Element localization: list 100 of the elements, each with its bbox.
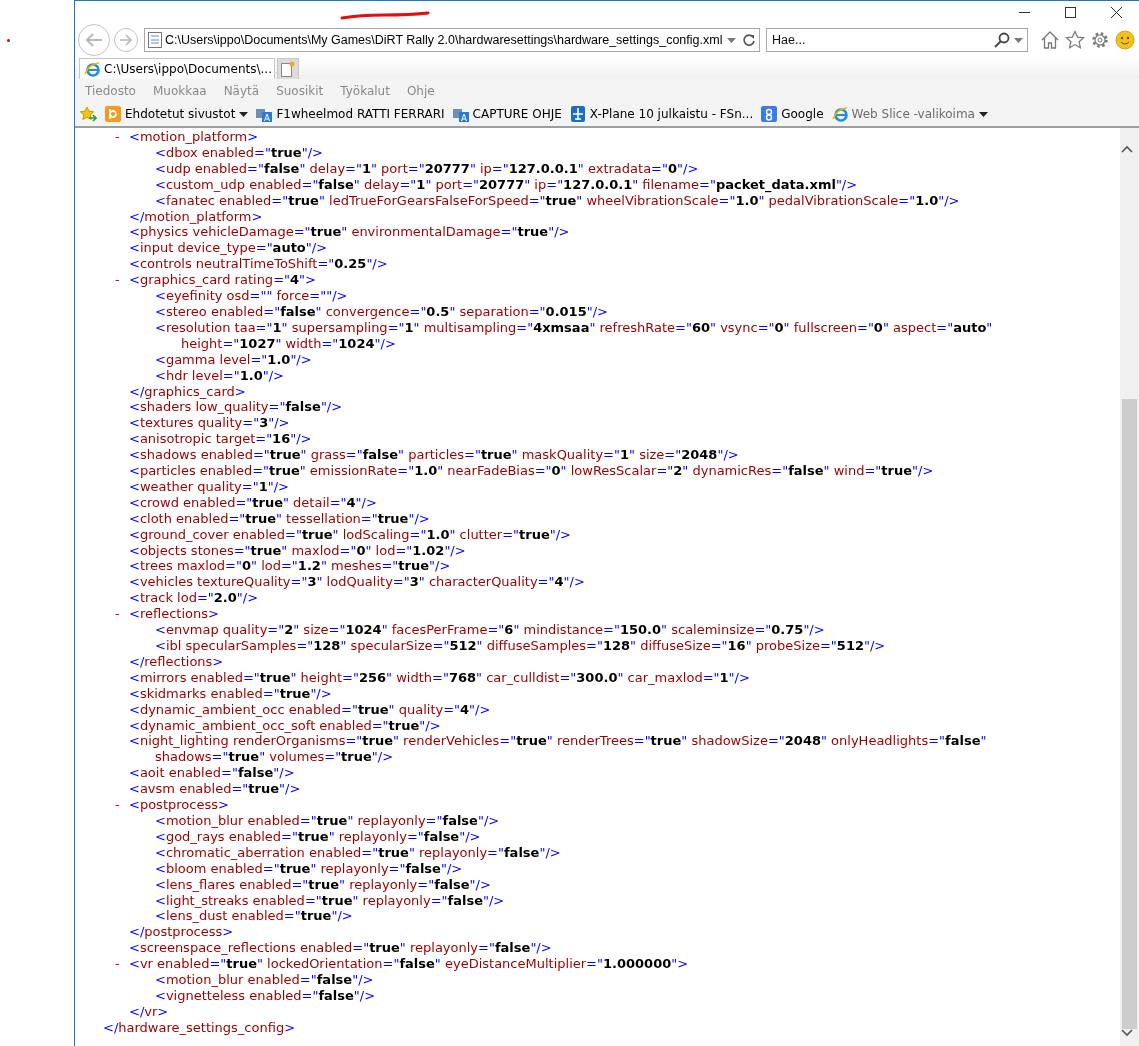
xml-line: <dbox enabled="true"/> bbox=[155, 144, 323, 161]
xml-line: </reflections> bbox=[129, 653, 224, 670]
favorites-star-icon[interactable] bbox=[1065, 30, 1085, 50]
vertical-scrollbar[interactable] bbox=[1120, 128, 1139, 1046]
xml-line: </motion_platform> bbox=[129, 208, 263, 225]
xml-page-icon bbox=[148, 32, 162, 48]
dropdown-caret-icon bbox=[978, 111, 988, 117]
refresh-icon[interactable] bbox=[742, 33, 756, 47]
maximize-icon bbox=[1064, 6, 1076, 18]
collapse-toggle[interactable]: - bbox=[115, 606, 120, 622]
xml-line: <graphics_card rating="4"> bbox=[129, 272, 316, 289]
browser-tab[interactable]: C:\Users\ippo\Documents\... bbox=[79, 58, 275, 79]
scroll-thumb[interactable] bbox=[1122, 399, 1137, 1029]
xml-line: <gamma level="1.0"/> bbox=[155, 351, 312, 368]
xml-line: <postprocess> bbox=[129, 797, 229, 813]
collapse-toggle[interactable]: - bbox=[115, 129, 120, 144]
xml-line: <night_lighting renderOrganisms="true" renderVehicles="true" renderTrees="true" shadowSize="2048" onlyHeadlights="false" bbox=[129, 733, 987, 750]
menu-item[interactable]: Työkalut bbox=[338, 83, 397, 98]
xml-line: <crowd enabled="true" detail="4"/> bbox=[129, 494, 377, 511]
xml-line: <motion_blur enabled="false"/> bbox=[155, 972, 374, 988]
xml-line: <textures quality="3"/> bbox=[129, 415, 290, 432]
xml-line: </graphics_card> bbox=[129, 383, 246, 400]
xml-line: <avsm enabled="true"/> bbox=[129, 781, 301, 798]
b-logo-icon bbox=[105, 106, 121, 122]
browser-e-icon bbox=[84, 61, 100, 77]
xml-line: <vignetteless enabled="false"/> bbox=[155, 987, 376, 1004]
xml-line: <dynamic_ambient_occ enabled="true" quality="4"/> bbox=[129, 701, 491, 718]
xml-line: <lens_flares enabled="true" replayonly="false"/> bbox=[155, 876, 491, 893]
xml-line: <vr enabled="true" lockedOrientation="false" eyeDistanceMultiplier="1.000000"> bbox=[129, 956, 689, 973]
menu-item[interactable]: Tiedosto bbox=[83, 83, 143, 98]
menu-item[interactable]: Suosikit bbox=[274, 83, 331, 98]
settings-icon[interactable] bbox=[1090, 30, 1110, 50]
xml-line: <shaders low_quality="false"/> bbox=[129, 399, 343, 416]
dropdown-caret-icon[interactable] bbox=[727, 37, 736, 43]
favorites-link[interactable]: X-Plane 10 julkaistu - FSn... bbox=[569, 106, 754, 122]
xml-line: <controls neutralTimeToShift="0.25"/> bbox=[129, 256, 388, 273]
left-arrow-icon bbox=[85, 33, 103, 47]
collapse-toggle[interactable]: - bbox=[115, 272, 120, 288]
new-page-icon bbox=[281, 61, 295, 77]
tab-title: C:\Users\ippo\Documents\... bbox=[104, 62, 272, 76]
xml-line: <udp enabled="false" delay="1" port="20777" ip="127.0.0.1" extradata="0"/> bbox=[155, 160, 699, 177]
xml-line: <god_rays enabled="true" replayonly="false"/> bbox=[155, 828, 481, 845]
smiley-icon[interactable] bbox=[1115, 30, 1135, 50]
collapse-toggle[interactable]: - bbox=[115, 797, 120, 813]
dropdown-caret-icon bbox=[239, 111, 249, 117]
xml-line: <resolution taa="1" supersampling="1" multisampling="4xmsaa" refreshRate="60" vsync="0" fullscreen="0" aspect="auto" bbox=[155, 319, 993, 336]
dropdown-caret-icon[interactable] bbox=[1014, 37, 1023, 43]
xml-line: <ibl specularSamples="128" specularSize="512" diffuseSamples="128" diffuseSize="16" probeSize="512"/> bbox=[155, 638, 886, 654]
menu-item[interactable]: Muokkaa bbox=[150, 83, 214, 98]
translator-icon bbox=[452, 106, 469, 122]
xml-line: <screenspace_reflections enabled="true" replayonly="false"/> bbox=[129, 940, 552, 957]
xml-line: <eyefinity osd="" force=""/> bbox=[155, 288, 348, 304]
collapse-toggle[interactable]: - bbox=[115, 956, 120, 972]
address-field[interactable]: C:\Users\ippo\Documents\My Games\DiRT Rally 2.0\hardwaresettings\hardware_settings_config.xml bbox=[144, 28, 760, 52]
xml-line: <mirrors enabled="true" height="256" width="768" car_culldist="300.0" car_maxlod="1"/> bbox=[129, 669, 750, 686]
xml-line: height="1027" width="1024"/> bbox=[181, 335, 396, 352]
xml-line: <cloth enabled="true" tessellation="true"/> bbox=[129, 510, 430, 527]
menu-item[interactable]: Ohje bbox=[404, 83, 442, 98]
xml-line: <light_streaks enabled="true" replayonly="false"/> bbox=[155, 892, 505, 909]
xml-line: <dynamic_ambient_occ_soft enabled="true"/> bbox=[129, 717, 441, 734]
browser-e-icon bbox=[831, 106, 848, 122]
address-input[interactable]: C:\Users\ippo\Documents\My Games\DiRT Rally 2.0\hardwaresettings\hardware_settings_config.xml bbox=[162, 33, 727, 47]
xml-line: <trees maxlod="0" lod="1.2" meshes="true"/> bbox=[129, 558, 451, 575]
xml-line: <bloom enabled="true" replayonly="false"/> bbox=[155, 860, 463, 877]
xml-line: <weather quality="1"/> bbox=[129, 478, 289, 495]
xml-line: <track lod="2.0"/> bbox=[129, 590, 259, 607]
xml-line: <aoit enabled="false"/> bbox=[129, 765, 295, 782]
translator-icon bbox=[256, 106, 273, 122]
xml-line: <chromatic_aberration enabled="true" replayonly="false"/> bbox=[155, 844, 561, 861]
search-icon[interactable] bbox=[994, 32, 1010, 48]
search-input[interactable]: Hae... bbox=[769, 33, 994, 47]
xml-line: <input device_type="auto"/> bbox=[129, 240, 328, 257]
add-favorite-icon[interactable] bbox=[79, 106, 97, 122]
xml-line: <fanatec enabled="true" ledTrueForGearsFalseForSpeed="true" wheelVibrationScale="1.0" pedalVibrationScale="1.0"/> bbox=[155, 192, 960, 209]
xml-line: <shadows enabled="true" grass="false" particles="true" maskQuality="1" size="2048"/> bbox=[129, 447, 739, 464]
xml-line: <hdr level="1.0"/> bbox=[155, 367, 284, 384]
annotation-dot bbox=[7, 39, 10, 42]
menu-item[interactable]: Näytä bbox=[221, 83, 267, 98]
xml-line: <ground_cover enabled="true" lodScaling="1.0" clutter="true"/> bbox=[129, 526, 571, 543]
xml-line: <reflections> bbox=[129, 606, 219, 623]
plane-icon bbox=[569, 106, 586, 122]
xml-line: <objects stones="true" maxlod="0" lod="1.02"/> bbox=[129, 542, 466, 559]
right-arrow-icon bbox=[119, 34, 133, 46]
new-tab-button[interactable] bbox=[277, 58, 299, 79]
home-icon[interactable] bbox=[1040, 30, 1060, 50]
g-icon bbox=[761, 106, 778, 122]
favorites-link[interactable]: Ehdotetut sivustot bbox=[105, 106, 249, 122]
xml-line: <particles enabled="true" emissionRate="1.0" nearFadeBias="0" lowResScalar="2" dynamicRes="false" wind="true"/> bbox=[129, 463, 934, 479]
xml-line: shadows="true" volumes="true"/> bbox=[155, 749, 394, 766]
search-field[interactable]: Hae... bbox=[766, 28, 1028, 52]
xml-line: <motion_platform> bbox=[129, 129, 259, 145]
xml-line: <lens_dust enabled="true"/> bbox=[155, 908, 353, 925]
xml-line: <physics vehicleDamage="true" environmentalDamage="true"/> bbox=[129, 224, 570, 241]
favorites-link[interactable]: F1wheelmod RATTI FERRARI bbox=[256, 106, 445, 122]
xml-line: <vehicles textureQuality="3" lodQuality="3" characterQuality="4"/> bbox=[129, 574, 585, 591]
xml-line: </vr> bbox=[129, 1003, 169, 1020]
xml-line: <skidmarks enabled="true"/> bbox=[129, 685, 332, 702]
xml-line: </hardware_settings_config> bbox=[103, 1019, 296, 1036]
favorites-link[interactable]: CAPTURE OHJE bbox=[452, 106, 562, 122]
favorites-link[interactable]: Google bbox=[761, 106, 824, 122]
